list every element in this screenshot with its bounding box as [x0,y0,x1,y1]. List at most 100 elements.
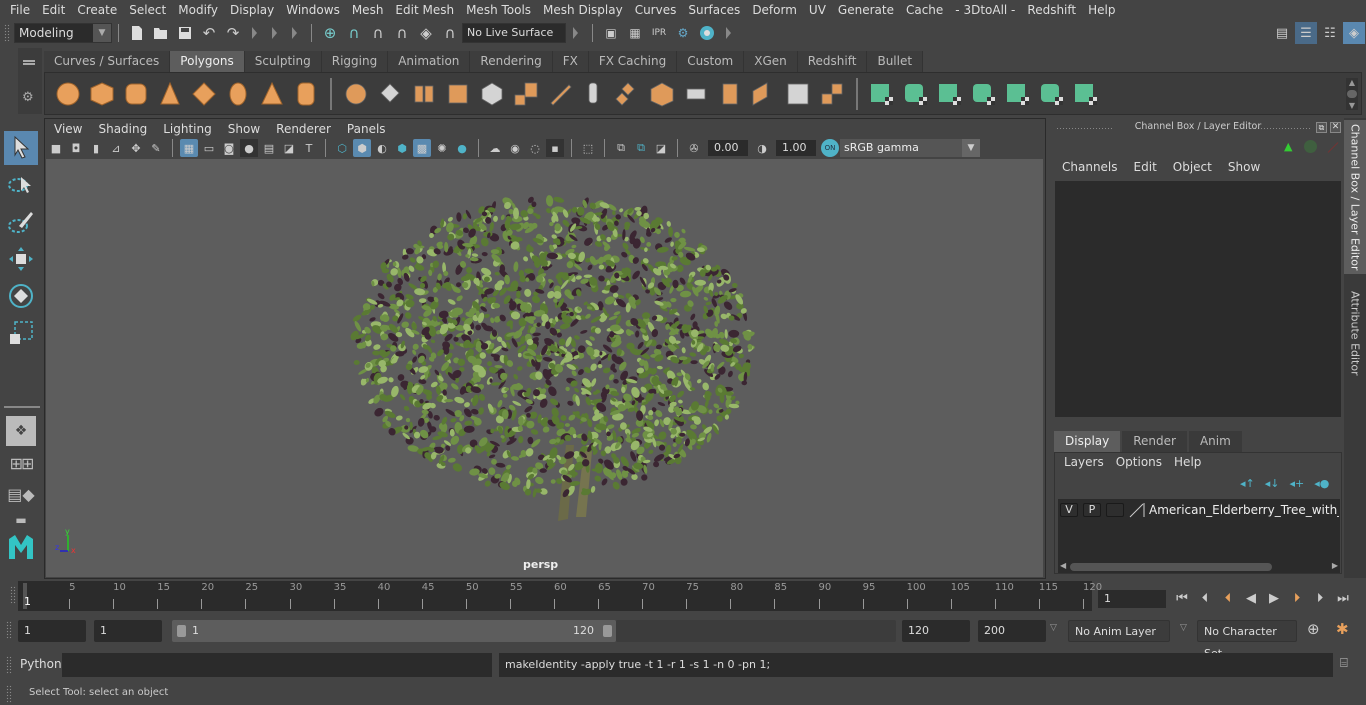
outliner-toggle-icon[interactable]: ☷ [1319,22,1341,44]
poly-pipe-icon[interactable] [292,79,320,109]
viewport-menu-show[interactable]: Show [220,120,268,138]
layer-row[interactable]: V P American_Elderberry_Tree_with_Berrie… [1060,502,1339,518]
step-back-frame-icon[interactable]: ⏴ [1195,588,1215,608]
shelf-scrollbar[interactable]: ▲ ▼ [1346,78,1358,110]
layer-color-swatch-icon[interactable] [1129,502,1145,518]
collapse-arrow[interactable] [271,24,279,42]
render-view-icon[interactable]: ▣ [600,22,622,44]
undo-icon[interactable]: ↶ [198,22,220,44]
subdivide-icon[interactable] [512,79,540,109]
outliner-layout[interactable]: ▤◆ [4,480,38,508]
channel-menu-channels[interactable]: Channels [1054,160,1126,178]
wireframe-icon[interactable]: ⬡ [333,139,351,157]
elderberry-tree-model[interactable] [46,159,1043,577]
character-set-dropdown[interactable]: No Character Set [1197,620,1297,660]
menu-mesh[interactable]: Mesh [346,3,390,17]
2d-pan-zoom-icon[interactable]: ✥ [127,139,145,157]
color-management-toggle-icon[interactable]: ON [821,139,839,157]
animation-preferences-icon[interactable]: ✱ [1336,620,1349,638]
ipr-render-icon[interactable]: IPR [648,22,670,44]
isolate-select-icon[interactable]: ⬚ [579,139,597,157]
gear-icon[interactable]: ⚙ [22,90,34,105]
collapse-arrow[interactable] [291,24,299,42]
move-layer-down-icon[interactable]: ◂↓ [1265,477,1280,490]
poly-cube-icon[interactable] [88,79,116,109]
go-to-start-icon[interactable]: ⏮ [1172,588,1192,608]
playback-start-field[interactable]: 1 [94,620,162,642]
poly-torus-icon[interactable] [224,79,252,109]
bridge-icon[interactable] [614,79,642,109]
insert-loop-icon[interactable] [716,79,744,109]
grip-handle[interactable] [4,24,10,42]
grid-icon[interactable]: ▦ [180,139,198,157]
smooth-shade-icon[interactable]: ⬢ [353,139,371,157]
single-view-layout[interactable]: ❖ [6,416,36,446]
view-transform-dropdown[interactable]: sRGB gamma ▼ [840,139,980,157]
menu-display[interactable]: Display [224,3,280,17]
poly-cone-icon[interactable] [156,79,184,109]
layer-display-type-toggle[interactable] [1106,503,1124,517]
animation-end-field[interactable]: 200 [978,620,1046,642]
multi-cut-icon[interactable] [546,79,574,109]
sculpt-tools-icon[interactable]: ▤ [1271,22,1293,44]
channel-box-toggle-icon[interactable]: ◈ [1343,22,1365,44]
animation-start-field[interactable]: 1 [18,620,86,642]
chevron-down-icon[interactable]: ▽ [1180,623,1187,633]
poly-sphere-icon[interactable] [54,79,82,109]
collapse-arrow[interactable] [572,24,580,42]
save-scene-icon[interactable] [174,22,196,44]
wireframe-on-shaded-icon[interactable]: ⬢ [393,139,411,157]
menu-set-dropdown[interactable]: Modeling ▼ [14,23,112,43]
scrollbar-thumb[interactable] [1070,563,1272,571]
menu-deform[interactable]: Deform [746,3,803,17]
automatic-uv-icon[interactable] [970,79,998,109]
cylindrical-uv-icon[interactable] [902,79,930,109]
gate-mask-icon[interactable]: ● [240,139,258,157]
menu-redshift[interactable]: Redshift [1021,3,1082,17]
scroll-left-icon[interactable]: ◀ [1060,561,1066,570]
viewport-menu-panels[interactable]: Panels [339,120,394,138]
live-surface-field[interactable]: No Live Surface [462,23,566,43]
new-scene-icon[interactable] [126,22,148,44]
layer-tab-render[interactable]: Render [1122,431,1187,452]
menu-mesh-display[interactable]: Mesh Display [537,3,629,17]
use-default-material-icon[interactable]: ◐ [373,139,391,157]
move-layer-up-icon[interactable]: ◂↑ [1240,477,1255,490]
shelf-tab-animation[interactable]: Animation [388,51,471,72]
range-end-handle[interactable] [603,625,612,637]
film-gate-icon[interactable]: ▭ [200,139,218,157]
extract-icon[interactable] [478,79,506,109]
shelf-tab-rigging[interactable]: Rigging [321,51,389,72]
gamma-field[interactable]: 1.00 [776,140,816,156]
playback-end-field[interactable]: 120 [902,620,970,642]
exposure-icon[interactable]: ✇ [685,139,703,157]
smooth-icon[interactable] [444,79,472,109]
range-start-handle[interactable] [177,625,186,637]
combine-icon[interactable] [342,79,370,109]
grip-handle[interactable] [6,656,12,674]
layer-menu-help[interactable]: Help [1168,455,1207,469]
snap-view-plane-icon[interactable]: ∩ [391,22,413,44]
layer-name[interactable]: American_Elderberry_Tree_with_Berries [1149,503,1339,517]
menu-curves[interactable]: Curves [629,3,683,17]
menu-uv[interactable]: UV [803,3,832,17]
menu-modify[interactable]: Modify [172,3,224,17]
layer-tab-anim[interactable]: Anim [1188,431,1242,452]
current-frame-field[interactable]: 1 [1098,590,1166,608]
go-to-end-icon[interactable]: ⏭ [1333,588,1353,608]
time-slider[interactable]: 1 5 10 15 20 25 30 35 40 45 50 55 60 65 70 75 80 85 90 95 1… [18,581,1102,611]
shelf-tab-sculpting[interactable]: Sculpting [244,51,322,72]
mirror-icon[interactable] [410,79,438,109]
shelf-tab-fx[interactable]: FX [552,51,589,72]
xray-joints-icon[interactable]: ⧉ [632,139,650,157]
poly-pyramid-icon[interactable] [258,79,286,109]
snap-curve-icon[interactable]: ∩ [343,22,365,44]
channel-list[interactable] [1055,181,1341,417]
shelf-tab-redshift[interactable]: Redshift [797,51,868,72]
field-chart-icon[interactable]: ▤ [260,139,278,157]
key-indicator-icon[interactable] [1304,140,1317,153]
shelf-tab-rendering[interactable]: Rendering [470,51,553,72]
target-weld-icon[interactable] [682,79,710,109]
safe-action-icon[interactable]: ◪ [280,139,298,157]
step-forward-key-icon[interactable]: ⏵ [1287,588,1307,608]
